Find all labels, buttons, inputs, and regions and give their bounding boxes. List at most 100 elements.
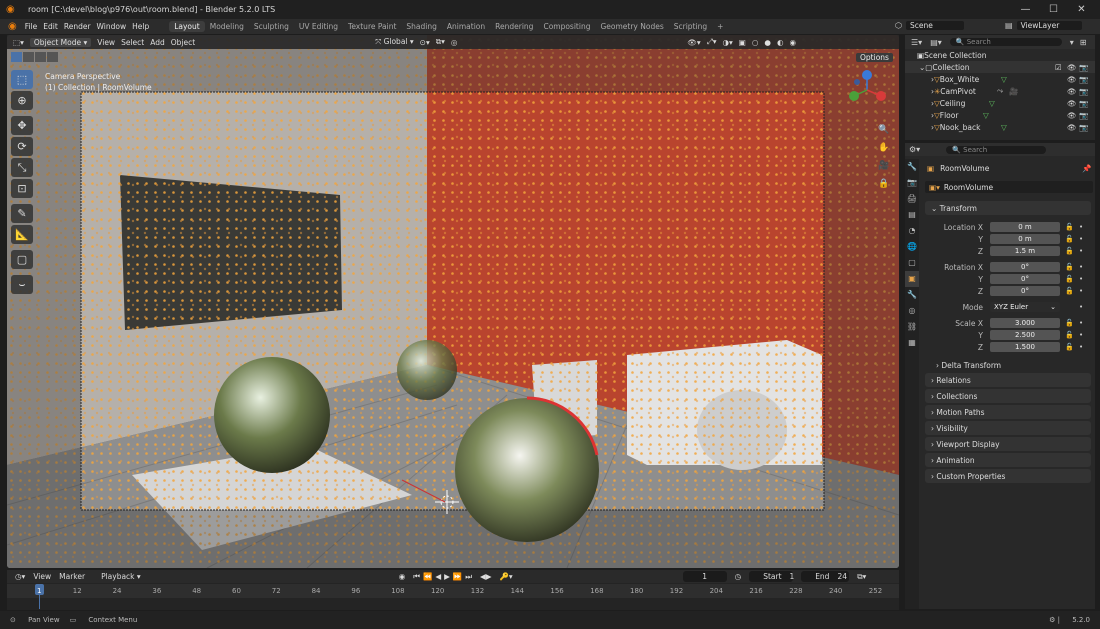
collection-camera-icon[interactable]: 📷 (1079, 63, 1088, 72)
jump-end-icon[interactable]: ⏭ (465, 572, 472, 582)
lock-icon[interactable]: 🔓 (1065, 263, 1074, 271)
lock-icon[interactable]: 🔓 (1065, 287, 1074, 295)
collections-panel[interactable]: › Collections (925, 389, 1091, 403)
mode-selector[interactable]: Object Mode ▾ (29, 37, 92, 47)
keyframe-dot-icon[interactable]: • (1079, 223, 1083, 231)
play-icon[interactable]: ▶ (444, 572, 450, 581)
measure-tool-icon[interactable]: 📐 (11, 225, 33, 244)
tab-layout[interactable]: Layout (169, 21, 205, 32)
tab-rendering[interactable]: Rendering (490, 21, 538, 32)
maximize-button[interactable]: ☐ (1040, 0, 1067, 19)
move-tool-icon[interactable]: ✥ (11, 116, 33, 135)
lock-icon[interactable]: 🔓 (1065, 331, 1074, 339)
output-tab-icon[interactable]: 🖨 (905, 191, 919, 207)
transform-tool-icon[interactable]: ⊡ (11, 179, 33, 198)
render-tab-icon[interactable]: 📷 (905, 175, 919, 191)
new-collection-icon[interactable]: ⊞ (1080, 38, 1087, 47)
add-cube-tool-icon[interactable]: ▢ (11, 250, 33, 269)
item-camera-icon[interactable]: 📷 (1079, 87, 1088, 96)
scene-selector[interactable]: ⬡ Scene (895, 21, 964, 30)
keyframe-dot-icon[interactable]: • (1079, 319, 1083, 327)
blender-menu-icon[interactable]: ◉ (8, 21, 17, 32)
rotation-y-field[interactable]: 0° (990, 274, 1060, 284)
delta-transform-subpanel[interactable]: › Delta Transform (922, 359, 1095, 371)
menu-edit[interactable]: Edit (43, 22, 58, 31)
item-eye-icon[interactable]: 👁 (1067, 123, 1077, 132)
outliner[interactable]: ☰▾ ▤▾ 🔍 Search ▾ ⊞ ▣ Scene Collection ⌄ … (905, 35, 1095, 140)
collection-row[interactable]: ⌄ ▢ Collection ☑ 👁 📷 (905, 61, 1095, 73)
filter-icon[interactable]: ▾ (1070, 38, 1074, 47)
motion-paths-panel[interactable]: › Motion Paths (925, 405, 1091, 419)
outliner-item[interactable]: › ✳ CamPivot ⤳ 🎥 👁 📷 (905, 85, 1095, 97)
keyframe-dot-icon[interactable]: • (1079, 287, 1083, 295)
camera-view-icon[interactable]: 🎥 (877, 161, 891, 175)
properties-editor-icon[interactable]: ⚙▾ (909, 145, 920, 154)
scale-x-field[interactable]: 3.000 (990, 318, 1060, 328)
modifier-tab-icon[interactable]: 🔧 (905, 287, 919, 303)
current-frame-field[interactable]: 1 (682, 571, 727, 582)
tab-texture-paint[interactable]: Texture Paint (343, 21, 401, 32)
proportional-edit-icon[interactable]: ◎ (451, 38, 458, 47)
curve-tool-icon[interactable]: ⌣ (11, 275, 33, 294)
lock-icon[interactable]: 🔓 (1065, 235, 1074, 243)
collection-eye-icon[interactable]: 👁 (1067, 63, 1077, 72)
relations-panel[interactable]: › Relations (925, 373, 1091, 387)
pan-hand-icon[interactable]: ✋ (877, 143, 891, 157)
keyframe-dot-icon[interactable]: • (1079, 331, 1083, 339)
custom-properties-panel[interactable]: › Custom Properties (925, 469, 1091, 483)
lock-icon[interactable]: 🔓 (1065, 223, 1074, 231)
select-extend-icon[interactable] (23, 52, 34, 62)
rotation-x-field[interactable]: 0° (990, 262, 1060, 272)
jump-start-icon[interactable]: ⏮ (413, 572, 420, 582)
tab-animation[interactable]: Animation (442, 21, 490, 32)
editor-type-icon[interactable]: ⬚▾ (13, 38, 24, 47)
scale-tool-icon[interactable]: ⤡ (11, 158, 33, 177)
navigation-gizmo[interactable] (845, 68, 890, 113)
visibility-panel[interactable]: › Visibility (925, 421, 1091, 435)
viewlayer-selector[interactable]: ▤ ViewLayer (1005, 21, 1082, 30)
shading-rendered-icon[interactable]: ◉ (790, 38, 797, 47)
transform-orientation[interactable]: ⤧ Global ▾ (375, 37, 413, 47)
outliner-item[interactable]: › ▽ Floor ▽ 👁 📷 (905, 109, 1095, 121)
object-menu[interactable]: Object (171, 38, 195, 47)
scene-tab-icon[interactable]: ◔ (905, 223, 919, 239)
lock-icon[interactable]: 🔓 (1065, 343, 1074, 351)
shading-solid-icon[interactable]: ● (764, 38, 771, 47)
tab-modeling[interactable]: Modeling (205, 21, 249, 32)
outliner-search[interactable]: 🔍 Search (949, 38, 1062, 46)
timeline-editor-icon[interactable]: ◷▾ (15, 572, 25, 581)
add-menu[interactable]: Add (150, 38, 165, 47)
location-y-field[interactable]: 0 m (990, 234, 1060, 244)
tab-compositing[interactable]: Compositing (538, 21, 595, 32)
item-camera-icon[interactable]: 📷 (1079, 75, 1088, 84)
snap-icon[interactable]: ⧉▾ (436, 37, 445, 47)
menu-help[interactable]: Help (132, 22, 149, 31)
scale-y-field[interactable]: 2.500 (990, 330, 1060, 340)
shading-wireframe-icon[interactable]: ○ (752, 38, 759, 47)
xray-icon[interactable]: ▣ (739, 38, 746, 47)
select-intersect-icon[interactable] (47, 52, 58, 62)
collection-tab-icon[interactable]: ▢ (905, 255, 919, 271)
cursor-tool-icon[interactable]: ⊕ (11, 91, 33, 110)
data-tab-icon[interactable]: ▦ (905, 335, 919, 351)
keying-icon[interactable]: 🔑▾ (500, 572, 513, 581)
view-menu[interactable]: View (97, 38, 115, 47)
close-button[interactable]: ✕ (1068, 0, 1095, 19)
location-z-field[interactable]: 1.5 m (990, 246, 1060, 256)
keyframe-dot-icon[interactable]: • (1079, 343, 1083, 351)
item-camera-icon[interactable]: 📷 (1079, 123, 1088, 132)
physics-tab-icon[interactable]: ◎ (905, 303, 919, 319)
outliner-editor-icon[interactable]: ☰▾ (911, 38, 922, 47)
start-frame-field[interactable]: Start 1 (749, 571, 794, 582)
minimize-button[interactable]: — (1012, 0, 1039, 19)
next-keyframe-icon[interactable]: ⏩ (453, 572, 462, 581)
menu-file[interactable]: File (25, 22, 38, 31)
item-camera-icon[interactable]: 📷 (1079, 99, 1088, 108)
scene-collection-row[interactable]: ▣ Scene Collection (905, 49, 1095, 61)
zoom-icon[interactable]: 🔍 (877, 125, 891, 139)
visibility-icon[interactable]: 👁▾ (687, 38, 700, 47)
tab-geometry-nodes[interactable]: Geometry Nodes (595, 21, 668, 32)
record-icon[interactable]: ◉ (399, 572, 406, 581)
shading-material-icon[interactable]: ◐ (777, 38, 784, 47)
display-mode-icon[interactable]: ▤▾ (930, 38, 942, 47)
